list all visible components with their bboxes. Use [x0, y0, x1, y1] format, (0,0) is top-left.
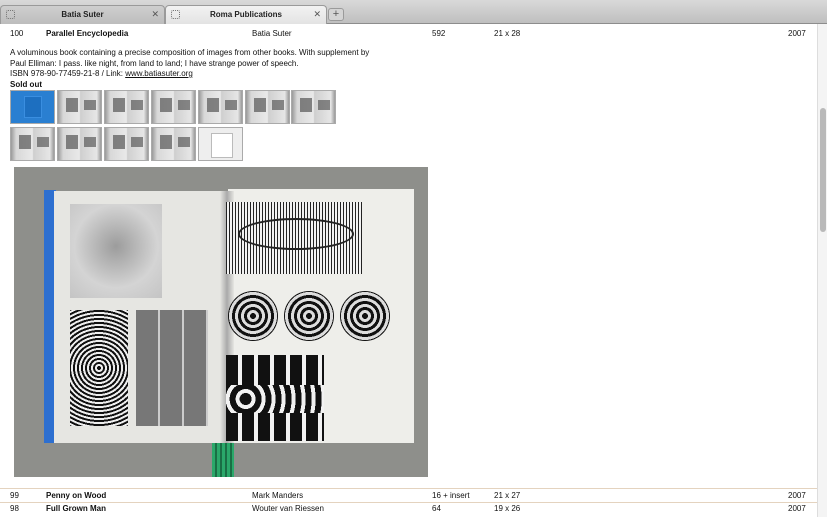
- table-row[interactable]: 98 Full Grown Man Wouter van Riessen 64 …: [0, 503, 817, 515]
- thumbnail[interactable]: [104, 127, 149, 161]
- description-line: Paul Elliman: I pass. like night, from l…: [10, 58, 299, 68]
- scrollbar-thumb[interactable]: [820, 108, 826, 232]
- entry-year: 2007: [788, 29, 806, 38]
- description-line: A voluminous book containing a precise c…: [10, 48, 370, 57]
- artist-link[interactable]: www.batiasuter.org: [125, 69, 193, 78]
- entry-number: 98: [10, 504, 19, 513]
- tab-title: Batia Suter: [61, 10, 104, 19]
- entry-description: A voluminous book containing a precise c…: [10, 48, 390, 80]
- isbn-text: ISBN 978-90-77459-21-8 / Link:: [10, 69, 126, 78]
- entry-pages: 592: [432, 29, 446, 38]
- thumbnail[interactable]: [245, 90, 290, 124]
- entry-size: 21 x 27: [494, 491, 521, 500]
- entry-author: Batia Suter: [252, 29, 292, 38]
- sold-out-label: Sold out: [10, 80, 42, 89]
- page-content: 100 Parallel Encyclopedia Batia Suter 59…: [0, 24, 817, 517]
- book-spread-photo: [14, 167, 428, 477]
- thumbnail[interactable]: [291, 90, 336, 124]
- thumbnail[interactable]: [104, 90, 149, 124]
- row-divider: [0, 488, 817, 489]
- isbn-line: ISBN 978-90-77459-21-8 / Link: www.batia…: [10, 69, 390, 80]
- entry-title[interactable]: Penny on Wood: [46, 490, 106, 502]
- tab-bar: Batia Suter ✕ Roma Publications ✕ +: [0, 0, 827, 24]
- thumbnail[interactable]: [151, 90, 196, 124]
- entry-author: Mark Manders: [252, 491, 304, 500]
- entry-number: 100: [10, 29, 24, 38]
- new-tab-button[interactable]: +: [328, 8, 344, 21]
- entry-pages: 16 + insert: [432, 491, 470, 500]
- vertical-scrollbar[interactable]: [817, 24, 827, 517]
- entry-pages: 64: [432, 504, 441, 513]
- entry-author: Wouter van Riessen: [252, 504, 324, 513]
- thumbnail[interactable]: [57, 90, 102, 124]
- entry-size: 19 x 26: [494, 504, 521, 513]
- entry-year: 2007: [788, 504, 806, 513]
- table-row[interactable]: 100 Parallel Encyclopedia Batia Suter 59…: [0, 28, 817, 40]
- thumbnail[interactable]: [10, 127, 55, 161]
- close-tab-icon[interactable]: ✕: [151, 9, 159, 19]
- table-row[interactable]: 99 Penny on Wood Mark Manders 16 + inser…: [0, 490, 817, 502]
- close-tab-icon[interactable]: ✕: [313, 9, 321, 19]
- tab-title: Roma Publications: [209, 10, 282, 19]
- page-favicon-icon: [6, 10, 15, 19]
- thumbnail[interactable]: [198, 127, 243, 161]
- thumbnail[interactable]: [57, 127, 102, 161]
- entry-title[interactable]: Parallel Encyclopedia: [46, 28, 128, 40]
- entry-title[interactable]: Full Grown Man: [46, 503, 106, 515]
- thumbnail[interactable]: [151, 127, 196, 161]
- tab-batia-suter[interactable]: Batia Suter ✕: [0, 5, 165, 24]
- entry-number: 99: [10, 491, 19, 500]
- tab-roma-publications[interactable]: Roma Publications ✕: [165, 5, 327, 24]
- entry-size: 21 x 28: [494, 29, 521, 38]
- thumbnail[interactable]: [198, 90, 243, 124]
- page-favicon-icon: [171, 10, 180, 19]
- entry-year: 2007: [788, 491, 806, 500]
- thumbnail-cover[interactable]: [10, 90, 55, 124]
